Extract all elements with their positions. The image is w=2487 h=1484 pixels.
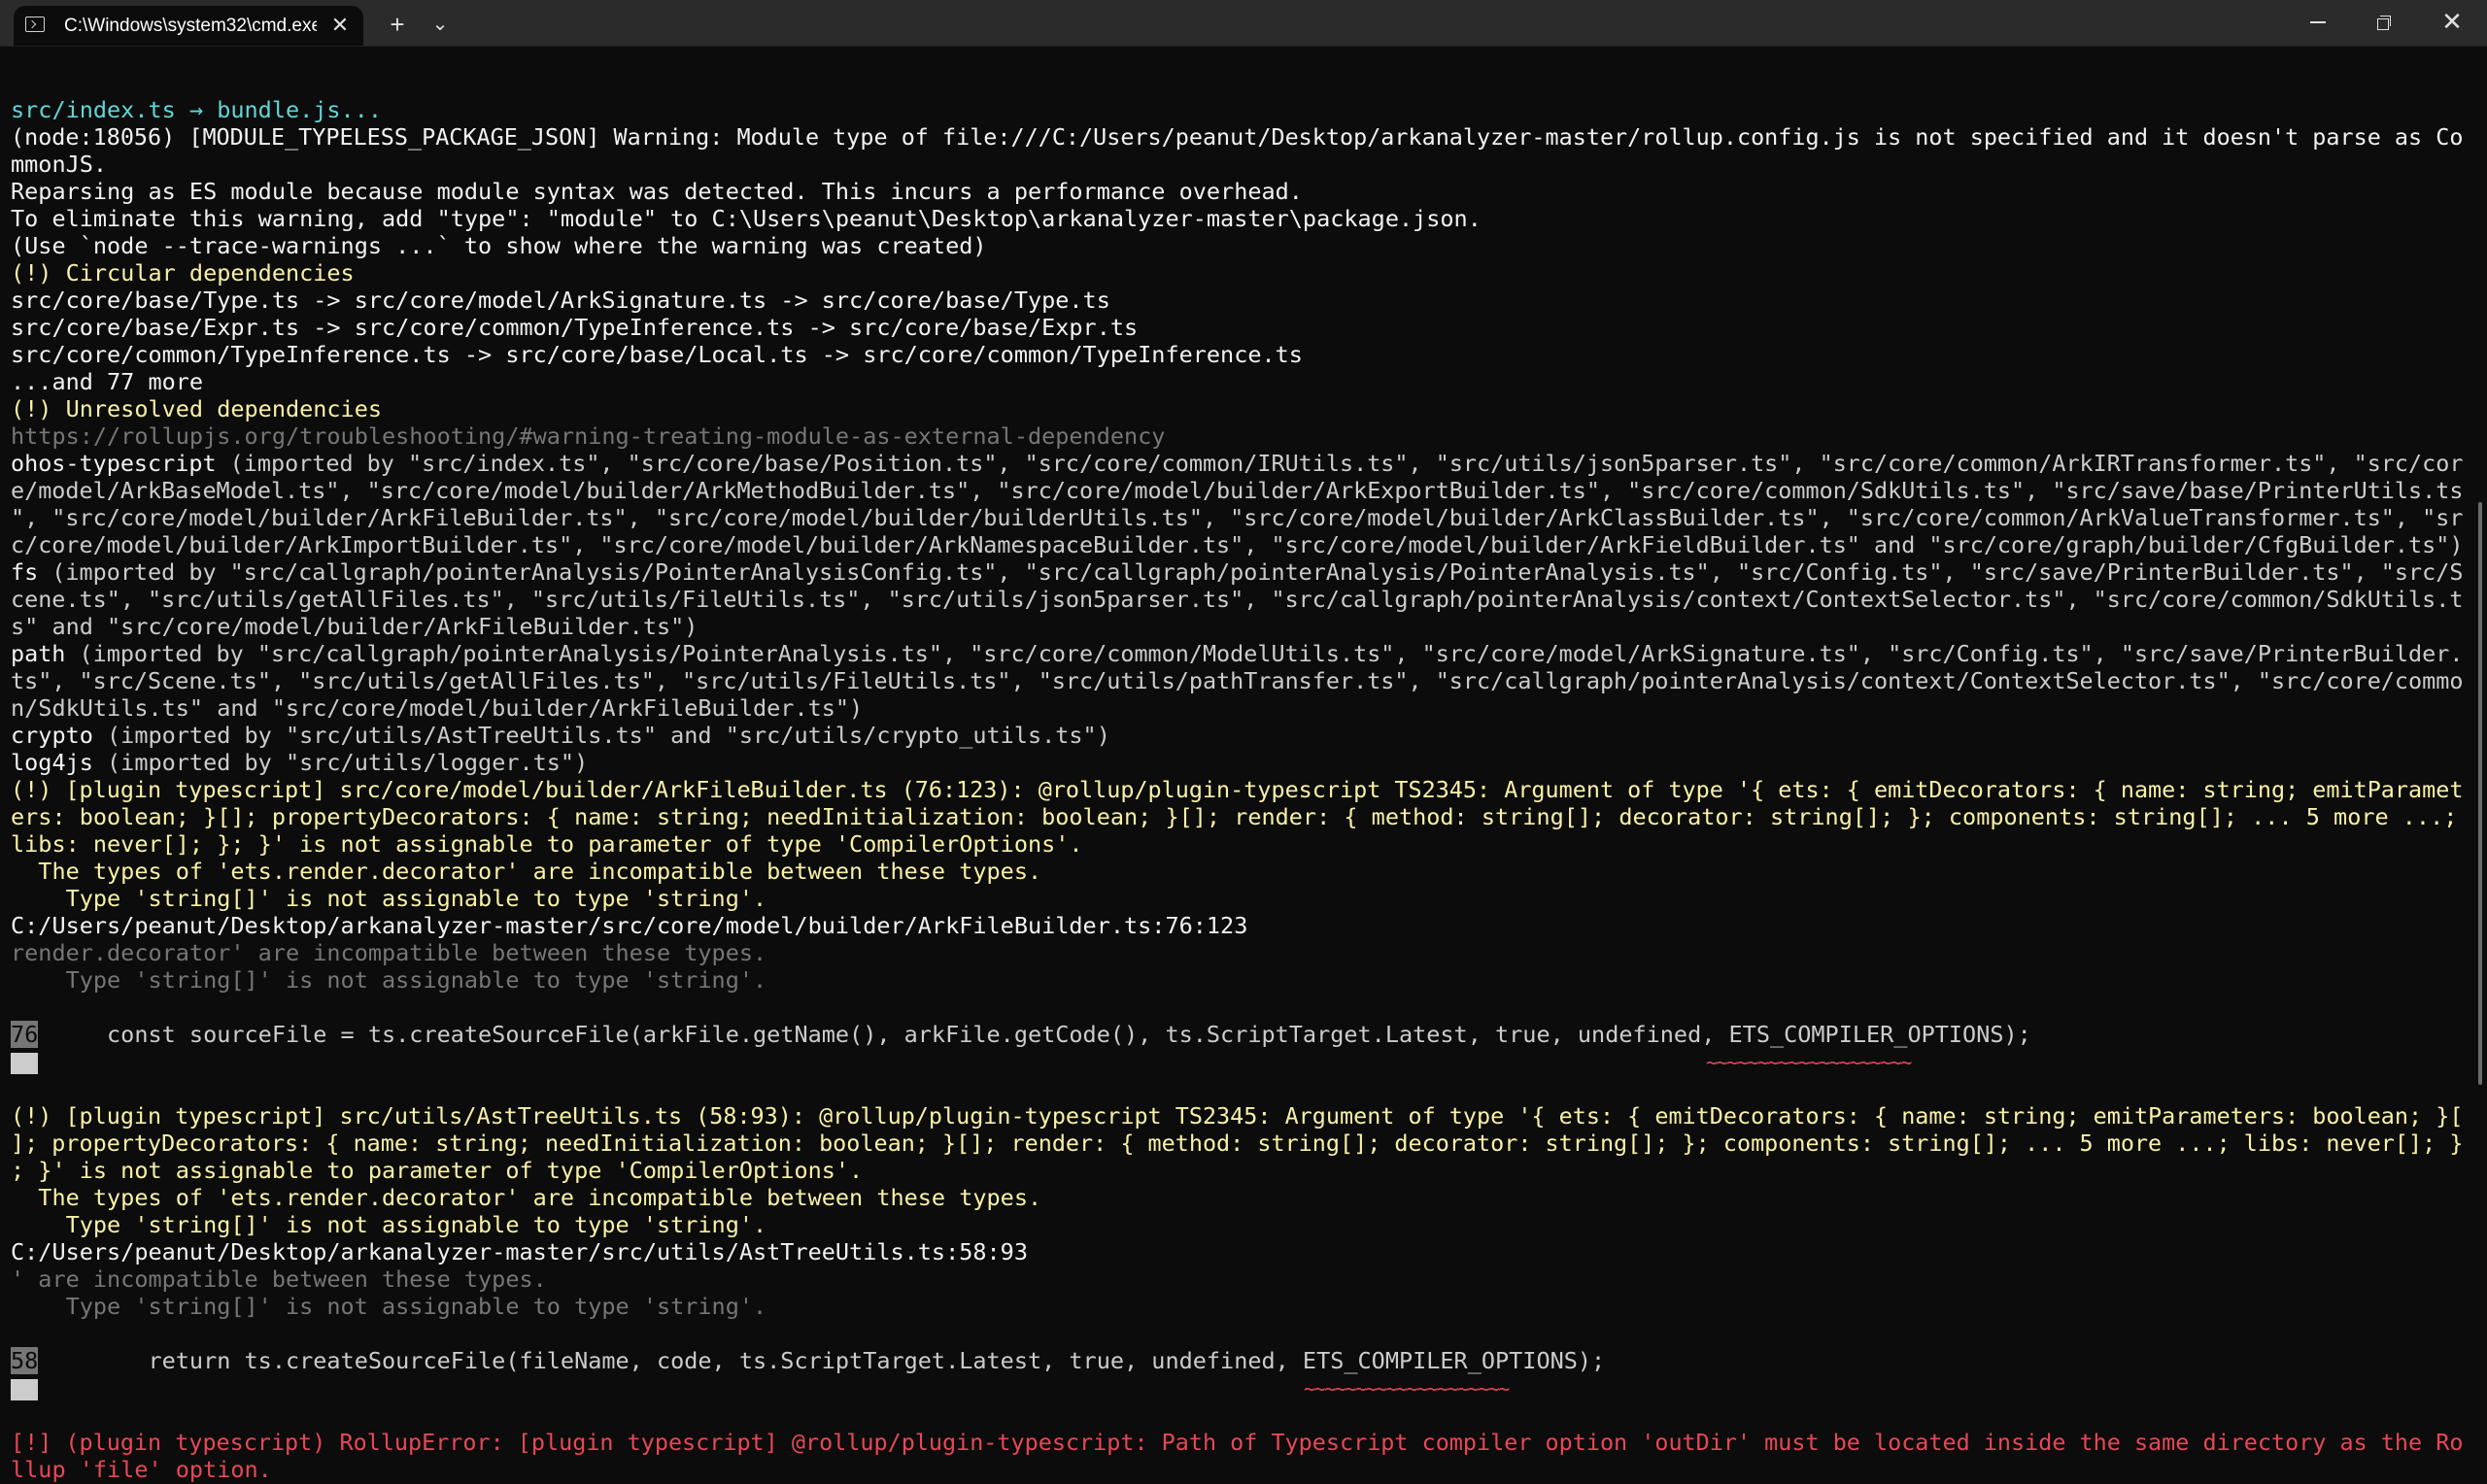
importers-text: (imported by "src/index.ts", "src/core/b… [216, 450, 2464, 477]
terminal-line: ", "src/core/model/builder/ArkFileBuilde… [11, 504, 2464, 531]
module-name: log4js [11, 749, 93, 776]
importers-text: (imported by "src/callgraph/pointerAnaly… [38, 558, 2464, 586]
title-bar: C:\Windows\system32\cmd.exe ✕ + ⌄ ✕ [0, 0, 2487, 47]
close-window-button[interactable]: ✕ [2419, 0, 2485, 45]
terminal-line: Type 'string[]' is not assignable to typ… [11, 1211, 767, 1238]
terminal-line: llup 'file' option. [11, 1456, 272, 1483]
terminal-line: To eliminate this warning, add "type": "… [11, 205, 1482, 232]
importers-text: (imported by "src/utils/logger.ts") [92, 749, 589, 776]
terminal-line: src/index.ts → bundle.js... [11, 96, 383, 123]
terminal-line: ers: boolean; }[]; propertyDecorators: {… [11, 803, 2458, 830]
code-line: 58 return ts.createSourceFile(fileName, … [11, 1347, 1605, 1374]
new-tab-button[interactable]: + [383, 10, 412, 39]
terminal-line: n/SdkUtils.ts" and "src/core/model/build… [11, 694, 864, 722]
terminal-line: src/core/base/Expr.ts -> src/core/common… [11, 314, 1139, 341]
terminal-line: mmonJS. [11, 151, 108, 178]
terminal-line: src/core/base/Type.ts -> src/core/model/… [11, 287, 1110, 314]
terminal-line: s" and "src/core/model/builder/ArkFileBu… [11, 613, 698, 640]
terminal-line: C:/Users/peanut/Desktop/arkanalyzer-mast… [11, 912, 1248, 939]
tab-close-icon[interactable]: ✕ [326, 12, 354, 39]
terminal-line: ; }' is not assignable to parameter of t… [11, 1157, 864, 1184]
terminal-line: (Use `node --trace-warnings ...` to show… [11, 232, 987, 259]
line-number: 58 [11, 1347, 39, 1374]
terminal-line: [!] (plugin typescript) RollupError: [pl… [11, 1429, 2464, 1456]
importers-text: (imported by "src/utils/AstTreeUtils.ts"… [92, 722, 1110, 749]
restore-button[interactable] [2351, 0, 2417, 45]
terminal-line: crypto (imported by "src/utils/AstTreeUt… [11, 722, 1110, 749]
terminal-line: cene.ts", "src/utils/getAllFiles.ts", "s… [11, 586, 2464, 613]
code-marker-line [11, 1048, 38, 1075]
tab-title: C:\Windows\system32\cmd.exe [64, 16, 317, 36]
terminal-line: ]; propertyDecorators: { name: string; n… [11, 1130, 2464, 1157]
terminal-line: e/model/ArkBaseModel.ts", "src/core/mode… [11, 477, 2464, 504]
terminal-line: log4js (imported by "src/utils/logger.ts… [11, 749, 588, 776]
line-number: 76 [11, 1021, 39, 1048]
terminal-line: c/core/model/builder/ArkImportBuilder.ts… [11, 531, 2464, 558]
terminal-line: render.decorator' are incompatible betwe… [11, 939, 767, 966]
terminal-line: Type 'string[]' is not assignable to typ… [11, 966, 767, 994]
error-squiggle: ~~~~~~~~~~~~~~~~~~~~ [1706, 1051, 1912, 1074]
terminal-line: Type 'string[]' is not assignable to typ… [11, 885, 767, 912]
gutter-marker [11, 1052, 38, 1074]
module-name: ohos-typescript [11, 450, 217, 477]
terminal-line: ohos-typescript (imported by "src/index.… [11, 450, 2463, 477]
importers-text: (imported by "src/callgraph/pointerAnaly… [65, 640, 2464, 667]
terminal-line: Reparsing as ES module because module sy… [11, 178, 1303, 205]
module-name: crypto [11, 722, 93, 749]
error-squiggle: ~~~~~~~~~~~~~~~~~~~~ [1304, 1377, 1510, 1400]
gutter-marker [11, 1378, 38, 1400]
terminal-line: (!) [plugin typescript] src/utils/AstTre… [11, 1102, 2464, 1130]
terminal-line: ' are incompatible between these types. [11, 1265, 547, 1293]
scrollbar[interactable] [2473, 46, 2487, 1484]
scrollbar-thumb[interactable] [2478, 502, 2482, 1085]
source-code: return ts.createSourceFile(fileName, cod… [38, 1347, 1606, 1374]
module-name: path [11, 640, 66, 667]
terminal-line: Type 'string[]' is not assignable to typ… [11, 1293, 767, 1320]
code-line: 76 const sourceFile = ts.createSourceFil… [11, 1021, 2031, 1048]
terminal-line: The types of 'ets.render.decorator' are … [11, 858, 1042, 885]
terminal-line: The types of 'ets.render.decorator' are … [11, 1184, 1042, 1211]
terminal-line: libs: never[]; }; }' is not assignable t… [11, 830, 1083, 858]
terminal-line: https://rollupjs.org/troubleshooting/#wa… [11, 422, 1166, 450]
terminal-line: (!) [plugin typescript] src/core/model/b… [11, 776, 2464, 803]
terminal-icon [25, 17, 45, 32]
terminal-line: src/core/common/TypeInference.ts -> src/… [11, 341, 1303, 368]
terminal-tab[interactable]: C:\Windows\system32\cmd.exe ✕ [14, 6, 363, 46]
terminal-line: (!) Circular dependencies [11, 259, 355, 287]
terminal-line: (!) Unresolved dependencies [11, 395, 383, 422]
tab-dropdown-button[interactable]: ⌄ [427, 10, 453, 39]
terminal-line: C:/Users/peanut/Desktop/arkanalyzer-mast… [11, 1238, 1028, 1265]
terminal-line: path (imported by "src/callgraph/pointer… [11, 640, 2463, 667]
code-marker-line [11, 1374, 38, 1401]
terminal-output[interactable]: src/index.ts → bundle.js... (node:18056)… [0, 46, 2473, 1484]
restore-icon [2377, 16, 2391, 30]
module-name: fs [11, 558, 39, 586]
terminal-line: (node:18056) [MODULE_TYPELESS_PACKAGE_JS… [11, 123, 2464, 151]
minimize-icon [2310, 21, 2326, 23]
minimize-button[interactable] [2285, 0, 2351, 45]
terminal-line: fs (imported by "src/callgraph/pointerAn… [11, 558, 2463, 586]
terminal-line: ts", "src/Scene.ts", "src/utils/getAllFi… [11, 667, 2464, 694]
source-code: const sourceFile = ts.createSourceFile(a… [38, 1021, 2031, 1048]
terminal-line: ...and 77 more [11, 368, 204, 395]
